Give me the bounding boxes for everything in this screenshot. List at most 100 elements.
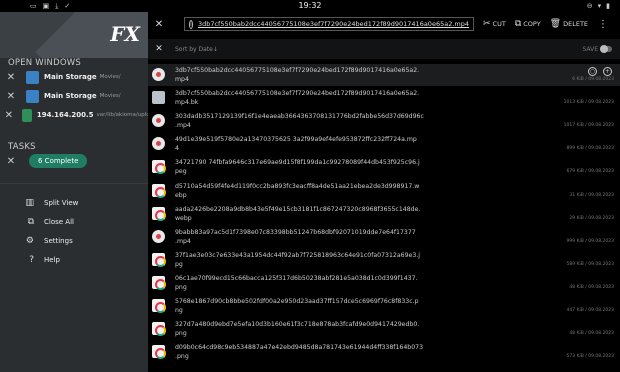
file-row[interactable]: 06c1ae70f99ecd15c66bacca125f317d6b50238a… xyxy=(148,272,620,294)
open-window-item[interactable]: ✕ Main Storage Movies/ xyxy=(0,68,148,86)
file-meta: 573 KiB / 09.08.2023 xyxy=(566,354,614,360)
video-file-icon[interactable] xyxy=(152,229,165,243)
file-meta: 589 KiB / 09.08.2023 xyxy=(566,261,614,267)
window-name: Main Storage xyxy=(44,73,97,81)
menu-item-label: Split View xyxy=(44,199,79,207)
file-name-continued: png xyxy=(175,330,187,338)
file-row[interactable]: 34721790 74fbfa9646c317e69ae9d15f8f199da… xyxy=(148,156,620,178)
image-file-icon[interactable] xyxy=(152,160,166,175)
file-name-continued: .png xyxy=(175,353,189,361)
file-meta: 679 KiB / 09.08.2023 xyxy=(566,169,614,175)
file-name: 5768e1867d90cb8bbe502fdf00a2e950d23aad37… xyxy=(175,298,419,305)
image-file-icon[interactable] xyxy=(152,299,166,313)
file-name-continued: 4 xyxy=(175,145,179,153)
file-row[interactable]: 327d7a480d9ebd7e5efa10d3b160e61f3c718e87… xyxy=(148,318,620,340)
menu-item-help[interactable]: ? Help xyxy=(0,252,148,268)
file-name-continued: png xyxy=(175,283,187,291)
file-name: 37f1ae3e03c7e633e43a1954dc44f92ab7f72581… xyxy=(175,251,420,259)
video-file-icon[interactable] xyxy=(152,114,165,128)
file-meta: 1017 KiB / 09.08.2023 xyxy=(563,123,614,129)
file-name: 34721790 74fbfa9646c317e69ae9d15f8f199da… xyxy=(175,159,420,167)
open-window-item[interactable]: ✕ 194.164.200.5var/lib/akioma/uploads/ xyxy=(0,106,148,124)
select-all-icon[interactable]: + xyxy=(603,67,612,76)
file-name: 303dadb3517129139f16f1e4eaeab36643637081… xyxy=(175,113,424,121)
file-name: 49d1e39e519f5780e2a13470375625 3a2f99a9e… xyxy=(175,136,417,144)
delete-label: DELETE xyxy=(563,20,589,28)
video-file-icon[interactable] xyxy=(152,137,165,151)
file-row[interactable]: 5768e1867d90cb8bbe502fdf00a2e950d23aad37… xyxy=(148,295,620,317)
window-name: Main Storage xyxy=(44,92,97,100)
selected-file-field[interactable]: i 3db7cf550bab2dcc44056775108e3ef7f7290e… xyxy=(184,17,474,31)
copy-button[interactable]: ⧉ COPY xyxy=(515,19,541,29)
tasks-title: TASKS xyxy=(8,142,36,152)
video-file-icon[interactable] xyxy=(152,68,165,81)
app-logo: FX xyxy=(110,22,140,46)
dnd-icon: ⊖ xyxy=(586,2,593,10)
delete-button[interactable]: 🗑 DELETE xyxy=(550,19,588,29)
file-name-continued: .mp4 xyxy=(175,237,191,245)
close-tasks-icon[interactable]: ✕ xyxy=(0,156,22,167)
menu-item-settings[interactable]: ⚙ Settings xyxy=(0,233,148,249)
battery-icon: ▮ xyxy=(606,2,610,10)
open-window-item[interactable]: ✕ Main Storage Movies/ xyxy=(0,87,148,105)
help-icon: ? xyxy=(29,255,34,265)
file-meta: 999 KiB / 09.08.2023 xyxy=(566,238,614,244)
tasks-complete-badge[interactable]: 6 Complete xyxy=(29,154,88,168)
wifi-icon: ▾ xyxy=(597,2,602,10)
close-sort-icon[interactable]: ✕ xyxy=(148,44,170,54)
image-file-icon[interactable] xyxy=(152,322,166,337)
close-window-icon[interactable]: ✕ xyxy=(0,110,18,121)
save-toggle[interactable] xyxy=(600,45,612,53)
file-meta: 6 KiB / 09.08.2023 xyxy=(572,77,614,82)
window-thumbnail xyxy=(26,89,39,103)
split-view-icon: ▥ xyxy=(25,198,34,208)
menu-item-label: Settings xyxy=(44,237,73,245)
file-meta: 899 KiB / 09.08.2023 xyxy=(566,146,614,152)
menu-item-close-all[interactable]: ⧉ Close All xyxy=(0,214,148,230)
gear-icon: ⚙ xyxy=(25,236,34,246)
close-window-icon[interactable]: ✕ xyxy=(0,72,22,83)
menu-item-label: Help xyxy=(44,256,60,264)
generic-file-icon[interactable] xyxy=(152,91,165,105)
file-name-continued: ng xyxy=(175,307,183,314)
image-file-icon[interactable] xyxy=(152,345,166,360)
image-file-icon[interactable] xyxy=(152,183,166,198)
row-actions: ○ + xyxy=(588,67,612,76)
image-file-icon[interactable] xyxy=(152,252,166,267)
file-row[interactable]: d09b0c64cd98c9eb534887a47e42ebd9485d8a78… xyxy=(148,341,620,363)
save-label: SAVE xyxy=(582,45,598,53)
open-icon[interactable]: ○ xyxy=(588,67,597,76)
file-meta: 1013 KiB / 09.08.2023 xyxy=(563,100,614,106)
scissors-icon: ✂ xyxy=(483,19,491,29)
file-row[interactable]: 3db7cf550bab2dcc44056775108e3ef7f7290e24… xyxy=(148,87,620,109)
file-row[interactable]: 303dadb3517129139f16f1e4eaeab36643637081… xyxy=(148,110,620,132)
file-name-continued: peg xyxy=(175,168,187,176)
file-row[interactable]: d5710a54d59f4fe4d119f0cc2ba893fc3eacff8a… xyxy=(148,180,620,202)
more-options-icon[interactable]: ⋮ xyxy=(598,19,608,30)
close-window-icon[interactable]: ✕ xyxy=(0,91,22,102)
close-selection-icon[interactable]: ✕ xyxy=(148,19,170,30)
file-name: d5710a54d59f4fe4d119f0cc2ba893fc3eacff8a… xyxy=(175,182,420,190)
info-icon[interactable]: i xyxy=(189,19,193,29)
file-name-continued: mp4.bk xyxy=(175,99,199,107)
image-file-icon[interactable] xyxy=(152,275,166,290)
file-meta: 31 KiB / 09.08.2023 xyxy=(569,192,614,198)
menu-item-split-view[interactable]: ▥ Split View xyxy=(0,195,148,211)
image-file-icon[interactable] xyxy=(152,206,166,221)
status-right-icons: ⊖ ▾ ▮ xyxy=(587,2,610,10)
file-meta: 48 KiB / 09.08.2023 xyxy=(569,284,614,290)
copy-label: COPY xyxy=(523,20,541,28)
file-row[interactable]: 37f1ae3e03c7e633e43a1954dc44f92ab7f72581… xyxy=(148,249,620,271)
file-name: aada2426be2208a9db8b43e5f49e15cb3181f1c8… xyxy=(175,205,421,213)
sort-input[interactable]: Sort by Date↓ xyxy=(175,46,218,53)
file-row[interactable]: 9babb83a97ac5d1f7398e07c83398bb51247b68d… xyxy=(148,226,620,248)
file-name: 06c1ae70f99ecd15c66bacca125f317d6b50238a… xyxy=(175,274,418,282)
file-name: 3db7cf550bab2dcc44056775108e3ef7f7290e24… xyxy=(175,67,420,74)
file-row[interactable]: aada2426be2208a9db8b43e5f49e15cb3181f1c8… xyxy=(148,203,620,225)
close-all-icon: ⧉ xyxy=(27,217,34,227)
file-row[interactable]: 49d1e39e519f5780e2a13470375625 3a2f99a9e… xyxy=(148,133,620,155)
open-windows-title: OPEN WINDOWS xyxy=(8,58,81,68)
file-row[interactable]: 3db7cf550bab2dcc44056775108e3ef7f7290e24… xyxy=(148,64,620,86)
cut-button[interactable]: ✂ CUT xyxy=(483,19,506,29)
trash-icon: 🗑 xyxy=(549,19,562,29)
